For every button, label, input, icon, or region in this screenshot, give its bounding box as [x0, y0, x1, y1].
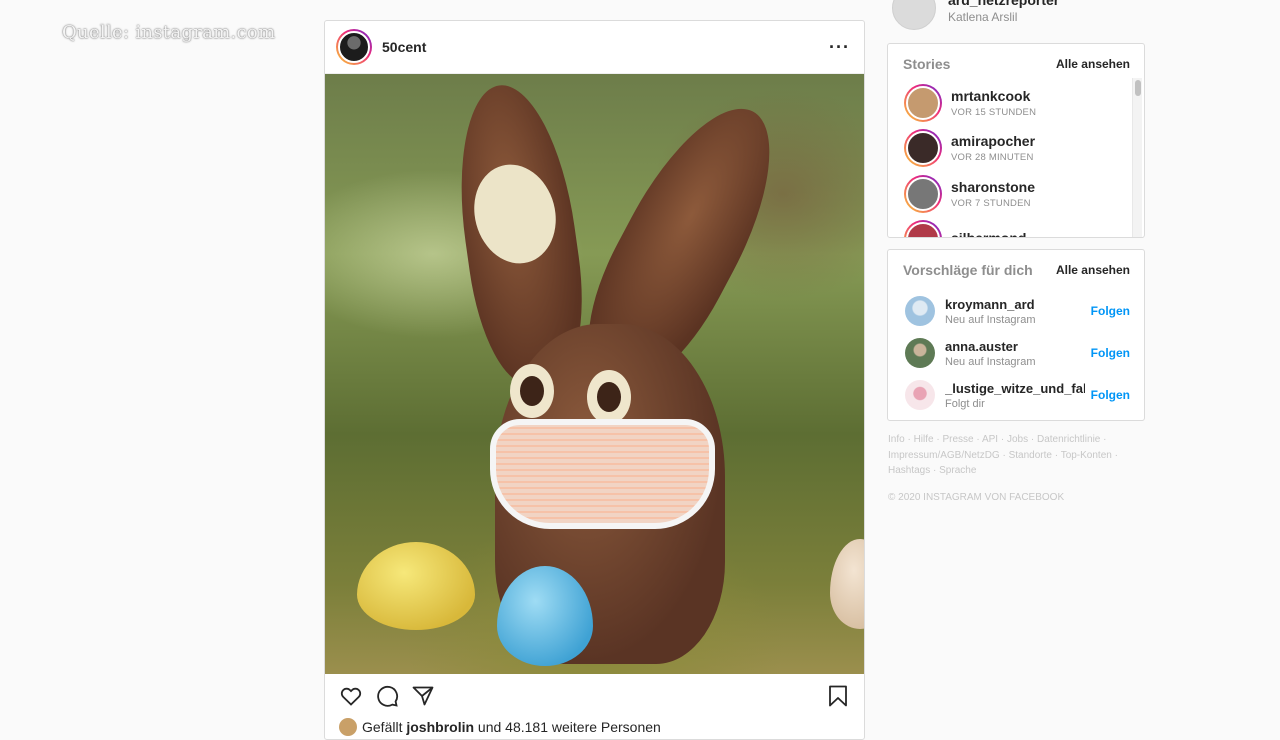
story-avatar[interactable] — [904, 83, 942, 122]
suggestion-subtitle: Neu auf Instagram — [945, 313, 1036, 326]
post-avatar[interactable] — [336, 29, 372, 65]
story-item[interactable]: sharonstone VOR 7 STUNDEN — [888, 171, 1144, 217]
post-header: 50cent ··· — [325, 21, 864, 74]
suggestions-list: kroymann_ard Neu auf Instagram Folgen an… — [888, 290, 1144, 416]
footer-link[interactable]: Sprache — [939, 465, 976, 476]
story-time: VOR 15 STUNDEN — [951, 106, 1037, 118]
suggestions-see-all[interactable]: Alle ansehen — [1056, 263, 1130, 277]
footer-link[interactable]: Top-Konten — [1061, 450, 1112, 461]
post-username[interactable]: 50cent — [382, 39, 426, 55]
face-mask — [490, 419, 715, 529]
beige-egg — [830, 539, 864, 629]
follow-button[interactable]: Folgen — [1090, 388, 1130, 402]
suggestion-avatar[interactable] — [905, 338, 935, 368]
copyright: © 2020 INSTAGRAM VON FACEBOOK — [888, 492, 1065, 503]
suggestions-title: Vorschläge für dich — [903, 262, 1033, 278]
post-card: 50cent ··· Gefällt joshbrolin und 48.181… — [324, 20, 865, 740]
bunny-eye-left — [510, 364, 554, 418]
yellow-egg — [357, 542, 475, 630]
follow-button[interactable]: Folgen — [1090, 346, 1130, 360]
story-avatar[interactable] — [904, 220, 942, 237]
footer-links: Info · Hilfe · Presse · API · Jobs · Dat… — [888, 434, 1118, 476]
story-username: mrtankcook — [951, 87, 1031, 104]
suggestion-subtitle: Folgt dir — [945, 397, 985, 410]
likes-line: Gefällt joshbrolin und 48.181 weitere Pe… — [325, 718, 864, 736]
suggestion-avatar[interactable] — [905, 380, 935, 410]
stories-see-all[interactable]: Alle ansehen — [1056, 57, 1130, 71]
story-item[interactable]: amirapocher VOR 28 MINUTEN — [888, 126, 1144, 172]
current-user-fullname: Katlena Arslil — [948, 10, 1018, 24]
footer-link[interactable]: Hilfe — [914, 434, 934, 445]
story-avatar[interactable] — [904, 129, 942, 168]
suggestion-item: anna.auster Neu auf Instagram Folgen — [888, 332, 1144, 374]
current-user: ard_netzreporter Katlena Arslil — [892, 0, 1059, 30]
story-item[interactable]: silbermond — [888, 217, 1144, 238]
post-actions — [325, 674, 864, 718]
suggestion-avatar[interactable] — [905, 296, 935, 326]
story-item[interactable]: mrtankcook VOR 15 STUNDEN — [888, 80, 1144, 126]
stories-list: mrtankcook VOR 15 STUNDEN amirapocher VO… — [888, 80, 1144, 238]
likes-prefix: Gefällt — [362, 719, 403, 735]
footer-link[interactable]: Jobs — [1007, 434, 1028, 445]
story-avatar[interactable] — [904, 174, 942, 213]
liker-avatar[interactable] — [339, 718, 357, 736]
source-watermark: Quelle: instagram.com — [62, 22, 276, 43]
story-username: sharonstone — [951, 178, 1036, 195]
footer-link[interactable]: Impressum/AGB/NetzDG — [888, 450, 1000, 461]
scrollbar-thumb[interactable] — [1135, 80, 1141, 96]
follow-button[interactable]: Folgen — [1090, 304, 1130, 318]
story-time: VOR 7 STUNDEN — [951, 197, 1031, 209]
more-icon[interactable]: ··· — [829, 37, 850, 58]
post-image[interactable] — [325, 74, 864, 674]
suggestion-subtitle: Neu auf Instagram — [945, 355, 1036, 368]
footer-link[interactable]: Info — [888, 434, 905, 445]
share-icon[interactable] — [411, 684, 435, 708]
bunny-eye-right — [587, 370, 631, 424]
suggestion-item: kroymann_ard Neu auf Instagram Folgen — [888, 290, 1144, 332]
story-username: amirapocher — [951, 133, 1036, 150]
footer-link[interactable]: Hashtags — [888, 465, 930, 476]
current-user-avatar[interactable] — [892, 0, 936, 30]
story-time: VOR 28 MINUTEN — [951, 152, 1034, 164]
footer-link[interactable]: Datenrichtlinie — [1037, 434, 1100, 445]
story-username: silbermond — [951, 229, 1027, 238]
footer-link[interactable]: Presse — [942, 434, 973, 445]
current-user-username[interactable]: ard_netzreporter — [948, 0, 1059, 8]
footer-link[interactable]: API — [982, 434, 998, 445]
suggestions-panel: Vorschläge für dich Alle ansehen kroyman… — [887, 249, 1145, 421]
heart-icon[interactable] — [339, 684, 363, 708]
likes-count[interactable]: und 48.181 weitere Personen — [478, 719, 661, 735]
stories-panel: Stories Alle ansehen mrtankcook VOR 15 S… — [887, 43, 1145, 238]
suggestion-item: _lustige_witze_und_fakten Folgt dir Folg… — [888, 374, 1144, 416]
comment-icon[interactable] — [375, 684, 399, 708]
liked-by-user[interactable]: joshbrolin — [406, 719, 474, 735]
suggestion-username[interactable]: anna.auster — [945, 339, 1085, 354]
suggestion-username[interactable]: kroymann_ard — [945, 297, 1085, 312]
bookmark-icon[interactable] — [826, 684, 850, 708]
stories-scrollbar[interactable] — [1132, 78, 1142, 237]
stories-title: Stories — [903, 56, 951, 72]
footer-link[interactable]: Standorte — [1009, 450, 1052, 461]
suggestion-username[interactable]: _lustige_witze_und_fakten — [945, 381, 1085, 396]
